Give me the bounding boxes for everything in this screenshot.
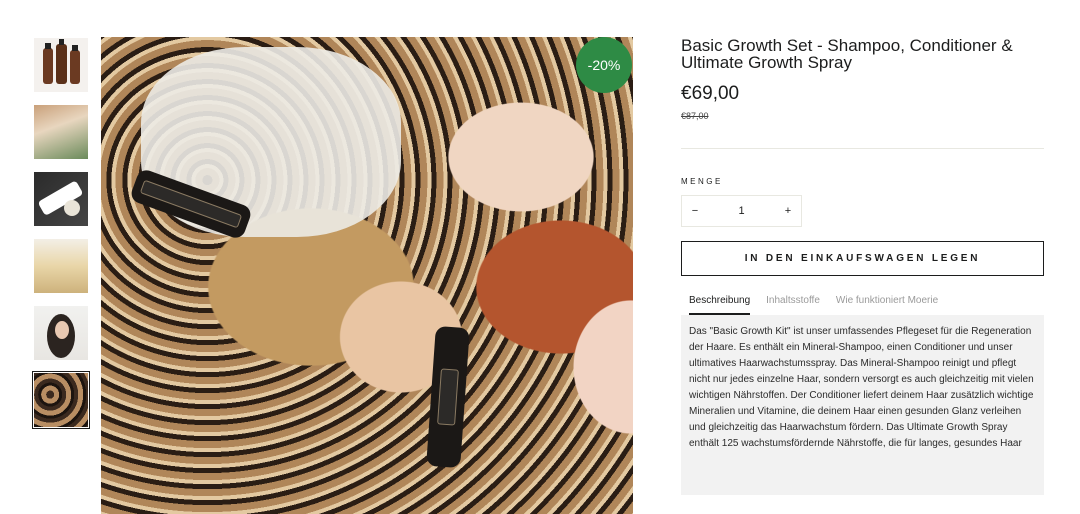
quantity-label: MENGE (681, 177, 723, 186)
thumbnail-woman-portrait[interactable] (34, 306, 88, 360)
tab-inhaltsstoffe[interactable]: Inhaltsstoffe (766, 295, 820, 315)
quantity-input[interactable]: 1 (702, 205, 781, 217)
quantity-plus-button[interactable]: + (781, 205, 795, 217)
product-illustration (38, 181, 83, 216)
thumbnail-blonde-hair[interactable] (34, 239, 88, 293)
tab-wie-funktioniert-moerie[interactable]: Wie funktioniert Moerie (836, 295, 938, 315)
bottles-illustration (43, 39, 80, 84)
compare-price: €87,00 (681, 111, 709, 121)
product-description: Das "Basic Growth Kit" ist unser umfasse… (681, 315, 1044, 495)
product-info: Basic Growth Set - Shampoo, Conditioner … (681, 37, 1044, 495)
add-to-cart-button[interactable]: IN DEN EINKAUFSWAGEN LEGEN (681, 241, 1044, 276)
thumbnail-hair-salon[interactable] (34, 105, 88, 159)
main-product-image[interactable] (101, 37, 633, 514)
discount-badge: -20% (576, 37, 632, 93)
thumbnail-group-hair[interactable] (32, 371, 90, 429)
tab-beschreibung[interactable]: Beschreibung (689, 295, 751, 315)
product-tabs: Beschreibung Inhaltsstoffe Wie funktioni… (681, 295, 1044, 315)
thumbnail-product-black[interactable] (34, 172, 88, 226)
thumbnail-gallery (32, 38, 90, 440)
quantity-stepper: − 1 + (681, 195, 802, 227)
shampoo-bottle-center (426, 325, 470, 469)
thumbnail-product-bottles[interactable] (34, 38, 88, 92)
quantity-minus-button[interactable]: − (688, 205, 702, 217)
portrait-illustration (47, 314, 75, 358)
product-price: €69,00 (681, 83, 740, 104)
product-title: Basic Growth Set - Shampoo, Conditioner … (681, 36, 1013, 72)
divider (681, 148, 1044, 149)
